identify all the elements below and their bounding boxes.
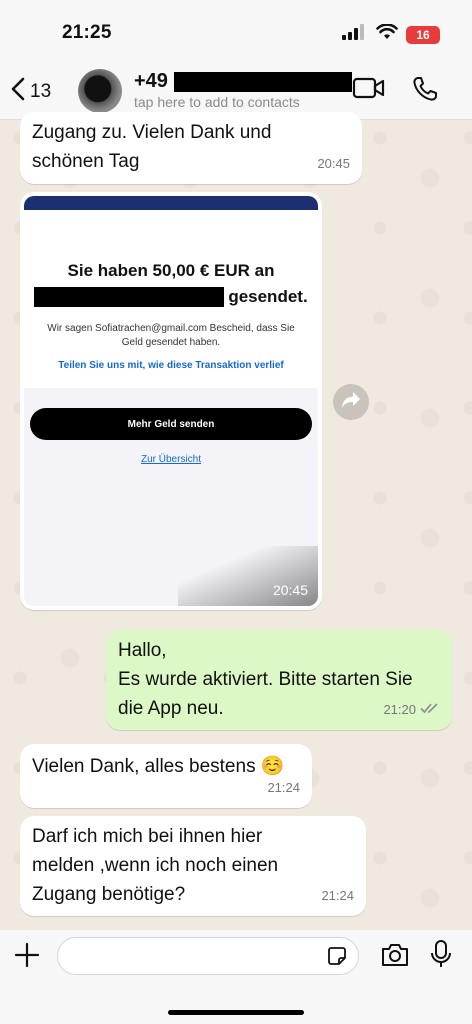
back-button[interactable]: 13 — [10, 76, 51, 107]
contact-subtitle[interactable]: tap here to add to contacts — [134, 94, 300, 110]
message-meta: 20:45 — [317, 149, 350, 178]
message-time: 20:45 — [317, 156, 350, 171]
message-text: Darf ich mich bei ihnen hier — [32, 826, 263, 847]
message-bubble-outgoing[interactable]: Hallo, Es wurde aktiviert. Bitte starten… — [106, 630, 452, 730]
contact-name[interactable]: +49 — [134, 70, 352, 93]
message-text: Vielen Dank, alles bestens ☺️ — [32, 756, 285, 777]
contact-number: +49 — [134, 70, 168, 92]
message-meta: 21:24 — [321, 881, 354, 910]
wifi-icon — [376, 23, 398, 45]
avatar[interactable] — [78, 69, 122, 113]
image-top-band — [24, 196, 318, 210]
message-text: melden ,wenn ich noch einen — [32, 855, 279, 876]
message-text: Hallo, — [118, 640, 167, 661]
message-text: Zugang zu. Vielen Dank und — [32, 122, 272, 143]
microphone-icon[interactable] — [430, 939, 452, 974]
message-text: Es wurde aktiviert. Bitte starten Sie — [118, 669, 413, 690]
receipt-title-suffix: gesendet. — [228, 287, 308, 306]
battery-indicator: 16 — [406, 25, 440, 44]
message-meta: 21:24 — [267, 773, 300, 802]
read-ticks-icon — [420, 695, 440, 724]
receipt-overview-link: Zur Übersicht — [140, 454, 201, 465]
message-bubble-incoming[interactable]: Zugang zu. Vielen Dank und schönen Tag 2… — [20, 112, 362, 184]
status-bar: 21:25 16 — [0, 0, 472, 58]
sticker-icon[interactable] — [326, 945, 348, 972]
image-preview[interactable]: Sie haben 50,00 € EUR an gesendet. Wir s… — [24, 196, 318, 606]
receipt-small-text: Wir sagen Sofiatrachen@gmail.com Beschei… — [47, 323, 295, 348]
message-time: 20:45 — [272, 582, 308, 598]
forward-icon — [341, 391, 361, 414]
signal-icon — [342, 24, 368, 45]
message-bubble-incoming[interactable]: Darf ich mich bei ihnen hier melden ,wen… — [20, 816, 366, 916]
message-text: Zugang benötige? — [32, 884, 186, 905]
message-input-box[interactable] — [57, 937, 359, 975]
home-indicator — [168, 1010, 304, 1015]
phone-icon[interactable] — [412, 76, 438, 107]
message-time: 21:20 — [383, 702, 416, 717]
status-icons: 16 — [342, 23, 440, 45]
receipt-title: Sie haben 50,00 € EUR an — [67, 261, 275, 280]
camera-icon[interactable] — [380, 942, 410, 973]
message-input[interactable] — [58, 938, 318, 974]
message-meta: 21:20 — [383, 695, 440, 724]
video-call-icon[interactable] — [352, 76, 386, 105]
forward-button[interactable] — [333, 384, 369, 420]
chat-header: 13 +49 tap here to add to contacts — [0, 58, 472, 120]
message-time: 21:24 — [321, 888, 354, 903]
image-receipt-panel: Sie haben 50,00 € EUR an gesendet. Wir s… — [24, 210, 318, 388]
receipt-send-more-button: Mehr Geld senden — [30, 408, 312, 440]
receipt-title-line2: gesendet. — [24, 284, 318, 310]
plus-icon[interactable] — [14, 942, 40, 973]
message-bubble-incoming[interactable]: Vielen Dank, alles bestens ☺️ 21:24 — [20, 744, 312, 808]
message-time: 21:24 — [267, 780, 300, 795]
chevron-left-icon — [10, 76, 26, 107]
redaction-bar — [34, 287, 225, 307]
unread-count: 13 — [30, 80, 52, 102]
status-time: 21:25 — [62, 22, 112, 43]
receipt-feedback-link: Teilen Sie uns mit, wie diese Transaktio… — [58, 360, 284, 371]
message-composer — [0, 930, 472, 1024]
redaction-bar — [173, 71, 352, 92]
message-text: schönen Tag — [32, 151, 140, 172]
image-message[interactable]: Sie haben 50,00 € EUR an gesendet. Wir s… — [20, 192, 322, 610]
